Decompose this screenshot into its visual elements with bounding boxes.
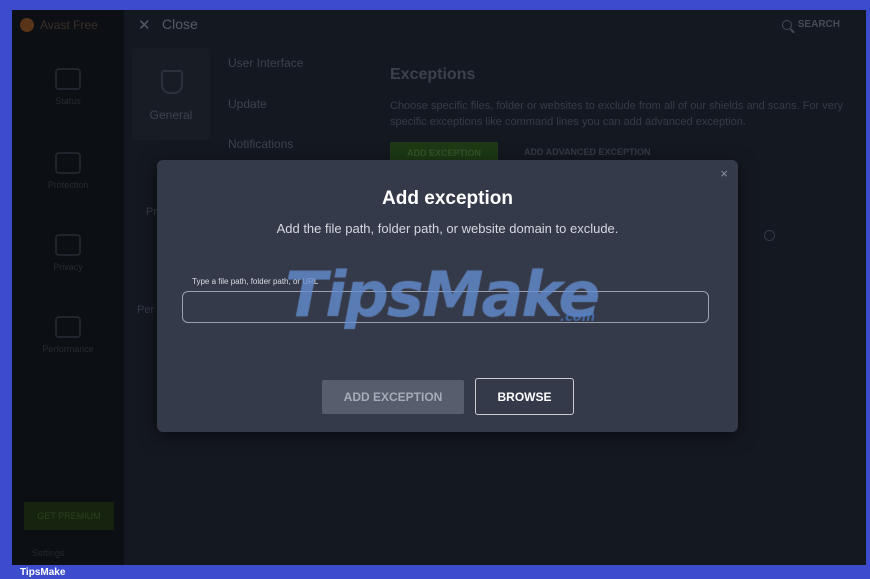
nav-item-label: Performance xyxy=(42,344,94,354)
submenu-update[interactable]: Update xyxy=(228,97,267,111)
privacy-icon xyxy=(55,234,81,256)
category-label: General xyxy=(149,108,193,122)
performance-icon xyxy=(55,316,81,338)
submenu-user-interface[interactable]: User Interface xyxy=(228,56,303,70)
submenu-notifications[interactable]: Notifications xyxy=(228,137,293,151)
close-button[interactable]: Close xyxy=(162,16,198,32)
brand: Avast Free xyxy=(20,16,98,34)
brand-logo-icon xyxy=(20,18,34,32)
dialog-close-icon[interactable]: × xyxy=(720,166,728,181)
add-exception-button[interactable]: ADD EXCEPTION xyxy=(322,380,464,414)
search-label: SEARCH xyxy=(797,19,840,30)
nav-item-label: Protection xyxy=(47,180,89,190)
left-nav: Avast Free Status Protection Privacy Per… xyxy=(12,10,124,565)
add-advanced-exception-button[interactable]: ADD ADVANCED EXCEPTION xyxy=(524,147,651,157)
watermark-domain: .com xyxy=(560,310,596,325)
dialog-title: Add exception xyxy=(382,188,513,209)
nav-footer[interactable]: Settings xyxy=(32,548,65,558)
status-icon xyxy=(55,68,81,90)
nav-item-status[interactable]: Status xyxy=(12,68,124,106)
section-description: Choose specific files, folder or website… xyxy=(390,100,844,128)
browse-button[interactable]: BROWSE xyxy=(475,378,574,415)
protection-icon xyxy=(55,152,81,174)
background-label: Pr xyxy=(146,206,157,218)
dialog-subtitle: Add the file path, folder path, or websi… xyxy=(276,221,619,236)
search-icon xyxy=(781,19,792,30)
nav-item-label: Status xyxy=(55,96,81,106)
background-label: Per xyxy=(137,304,155,316)
nav-item-privacy[interactable]: Privacy xyxy=(12,234,124,272)
nav-item-protection[interactable]: Protection xyxy=(12,152,124,190)
close-icon[interactable]: ✕ xyxy=(138,16,151,34)
brand-name: Avast Free xyxy=(40,18,98,32)
info-icon xyxy=(764,230,775,241)
footer-brand: TipsMake xyxy=(20,567,66,578)
watermark-logo: TipsMake xyxy=(285,258,600,331)
screenshot-frame: Avast Free Status Protection Privacy Per… xyxy=(0,0,870,579)
shield-icon xyxy=(161,70,183,94)
section-title: Exceptions xyxy=(390,66,476,83)
nav-item-label: Privacy xyxy=(53,262,83,272)
category-general[interactable]: General xyxy=(132,48,210,140)
nav-item-performance[interactable]: Performance xyxy=(12,316,124,354)
search-button[interactable]: SEARCH xyxy=(781,19,840,30)
get-premium-button[interactable]: GET PREMIUM xyxy=(24,502,114,530)
